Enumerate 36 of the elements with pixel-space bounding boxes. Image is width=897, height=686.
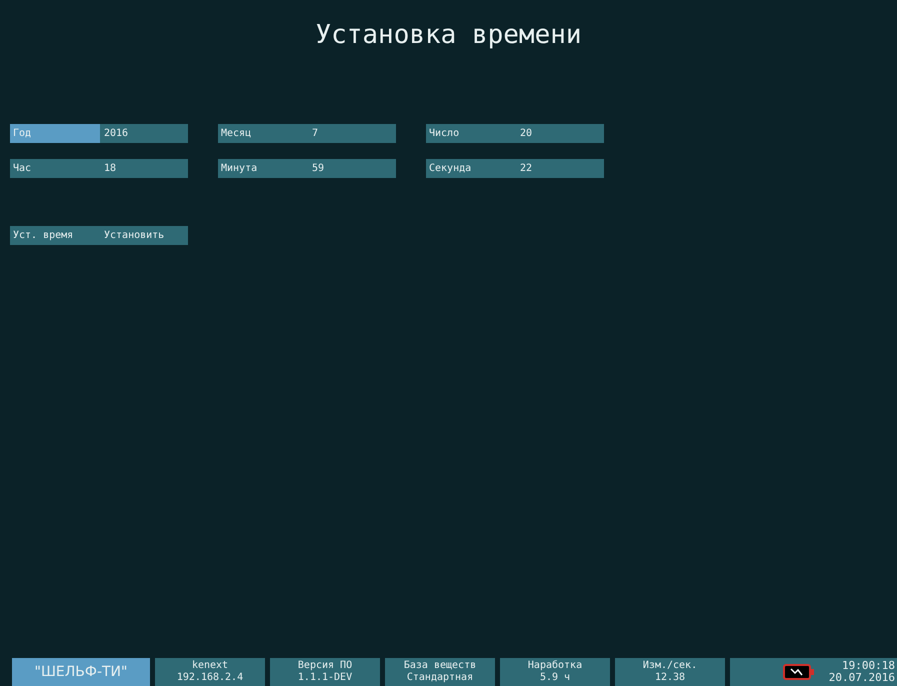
button-label: Установить <box>103 230 164 241</box>
battery-icon <box>782 664 815 680</box>
time-field[interactable]: Год 2016 <box>10 124 188 143</box>
field-label: Число <box>428 127 460 141</box>
field-value: 59 <box>311 163 324 174</box>
status-value: 192.168.2.4 <box>176 672 244 684</box>
field-label: Секунда <box>428 162 472 176</box>
status-time: 19:00:18 <box>842 660 895 672</box>
field-label: Уст. время <box>12 229 74 243</box>
time-field[interactable]: Месяц 7 <box>218 124 396 143</box>
status-value: 5.9 ч <box>540 672 570 684</box>
set-time-button[interactable]: Уст. время Установить <box>10 226 188 245</box>
field-value: 18 <box>103 163 116 174</box>
status-title: Изм./сек. <box>642 660 698 672</box>
status-value: Стандартная <box>406 672 474 684</box>
field-label: Месяц <box>220 127 252 141</box>
field-value: 22 <box>519 163 532 174</box>
field-value: 20 <box>519 128 532 139</box>
field-label: Год <box>10 124 100 143</box>
field-value: 2016 <box>103 128 128 139</box>
status-title: kenext <box>192 660 228 672</box>
field-label: Час <box>12 162 32 176</box>
status-date: 20.07.2016 <box>828 672 895 684</box>
time-field[interactable]: Минута 59 <box>218 159 396 178</box>
time-field[interactable]: Число 20 <box>426 124 604 143</box>
status-value: 12.38 <box>654 672 686 684</box>
status-title: Наработка <box>528 660 582 672</box>
status-title: База веществ <box>404 660 476 672</box>
status-value: 1.1.1-DEV <box>298 672 352 684</box>
logo: "ШЕЛЬФ-ТИ" <box>12 658 150 686</box>
screen-title: Установка времени <box>314 19 583 52</box>
field-label: Минута <box>220 162 258 176</box>
time-field[interactable]: Час 18 <box>10 159 188 178</box>
time-field[interactable]: Секунда 22 <box>426 159 604 178</box>
field-value: 7 <box>311 128 318 139</box>
status-title: Версия ПО <box>298 660 352 672</box>
